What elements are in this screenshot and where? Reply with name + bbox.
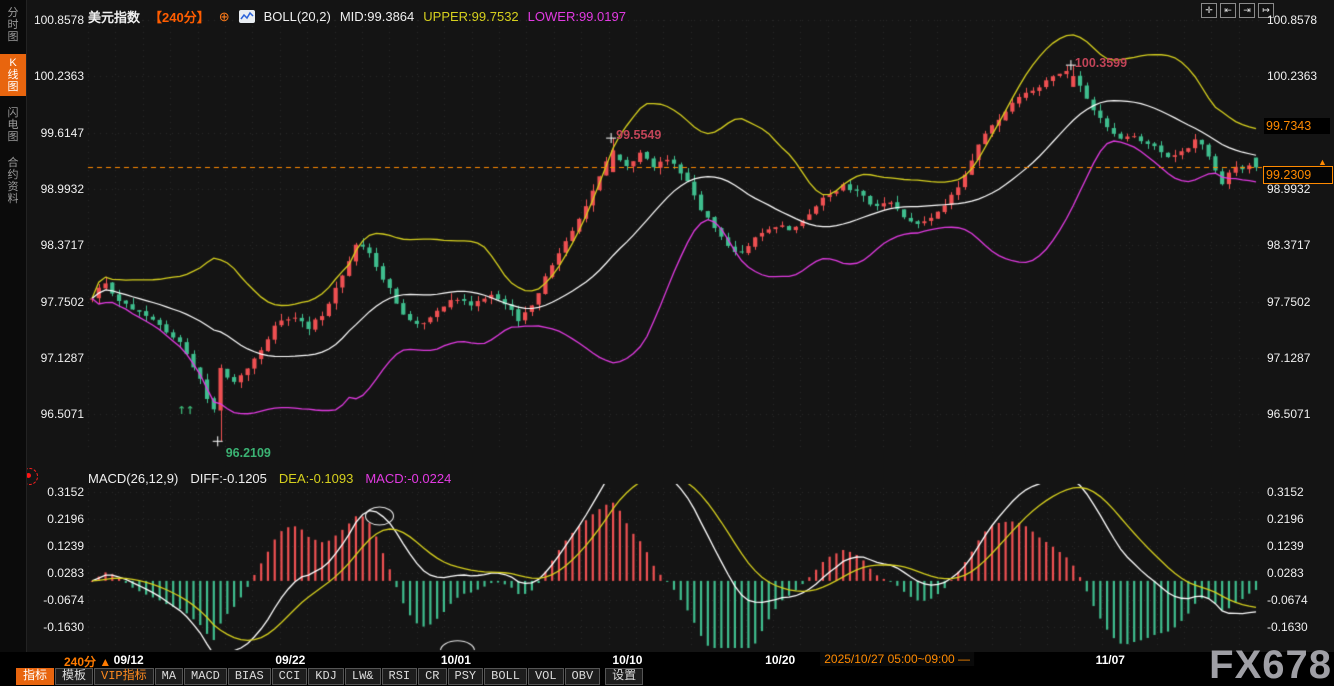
price-up-arrow-icon: ▲ [1318, 157, 1327, 167]
time-tick: 10/10 [612, 653, 642, 667]
macd-macd-value: MACD:-0.0224 [365, 471, 451, 486]
time-tick: 10/20 [765, 653, 795, 667]
chart-header: 美元指数 【240分】 ⊕ BOLL(20,2) MID:99.3864 UPP… [88, 7, 626, 26]
toolbar-button-CCI[interactable]: CCI [272, 668, 308, 685]
axis-label: 0.1239 [1267, 539, 1304, 553]
toolbar-button-设置[interactable]: 设置 [605, 668, 643, 685]
boll-lower-value: LOWER:99.0197 [528, 9, 626, 24]
sidebar-tab-0[interactable]: 分时图 [0, 4, 26, 46]
axis-label: 100.2363 [28, 69, 84, 83]
boll-upper-value: UPPER:99.7532 [423, 9, 518, 24]
axis-label: 97.1287 [28, 351, 84, 365]
axis-label: 98.3717 [1267, 238, 1310, 252]
annotation-high-99-5549: 99.5549 [616, 128, 661, 142]
axis-label: 0.3152 [1267, 485, 1304, 499]
macd-diff-value: DIFF:-0.1205 [190, 471, 267, 486]
pan-icon[interactable]: ✛ [1201, 3, 1217, 18]
axis-label: 100.2363 [1267, 69, 1317, 83]
axis-label: 98.9932 [28, 182, 84, 196]
sidebar-tab-1[interactable]: K线图 [0, 54, 26, 96]
hovered-bar-time-readout: 2025/10/27 05:00~09:00 — [820, 652, 974, 666]
shift-right-icon[interactable]: ⇥ [1239, 3, 1255, 18]
axis-label: 98.3717 [28, 238, 84, 252]
axis-label: 0.0283 [28, 566, 84, 580]
chart-window-controls: ✛⇤⇥↦ [1201, 3, 1274, 18]
macd-title: MACD(26,12,9) [88, 471, 178, 486]
toolbar-button-KDJ[interactable]: KDJ [308, 668, 344, 685]
toolbar-button-BIAS[interactable]: BIAS [228, 668, 271, 685]
axis-label: -0.0674 [1267, 593, 1308, 607]
toolbar-button-RSI[interactable]: RSI [382, 668, 418, 685]
annotation-high-100-3599: 100.3599 [1075, 56, 1127, 70]
time-axis-strip [0, 652, 1334, 668]
time-tick: 11/07 [1096, 653, 1125, 667]
axis-label: 100.8578 [28, 13, 84, 27]
axis-label: 97.7502 [28, 295, 84, 309]
toolbar-button-PSY[interactable]: PSY [448, 668, 484, 685]
annotation-low-96-2109: 96.2109 [226, 446, 271, 460]
sidebar-tab-2[interactable]: 闪电图 [0, 104, 26, 146]
time-tick: 10/01 [441, 653, 471, 667]
axis-label: -0.1630 [28, 620, 84, 634]
indicator-toolbar: 指标模板VIP指标MAMACDBIASCCIKDJLW&RSICRPSYBOLL… [16, 668, 643, 685]
axis-label: 0.2196 [1267, 512, 1304, 526]
axis-label: 0.3152 [28, 485, 84, 499]
toolbar-button-CR[interactable]: CR [418, 668, 446, 685]
toolbar-button-LW&[interactable]: LW& [345, 668, 381, 685]
time-tick: 09/12 [114, 653, 144, 667]
price-macd-chart-canvas[interactable] [0, 0, 1334, 686]
axis-label: 99.6147 [28, 126, 84, 140]
toolbar-button-MA[interactable]: MA [155, 668, 183, 685]
trading-terminal: 分时图 K线图闪电图合约资料 美元指数 【240分】 ⊕ BOLL(20,2) M… [0, 0, 1334, 686]
axis-label: 97.1287 [1267, 351, 1310, 365]
axis-label: -0.1630 [1267, 620, 1308, 634]
shift-left-icon[interactable]: ⇤ [1220, 3, 1236, 18]
add-indicator-icon[interactable]: ⊕ [219, 9, 230, 25]
period-label: 【240分】 [149, 7, 210, 26]
symbol-name: 美元指数 [88, 7, 140, 26]
toolbar-button-模板[interactable]: 模板 [55, 668, 93, 685]
chart-type-sidebar: 分时图 K线图闪电图合约资料 [0, 0, 27, 652]
time-tick: 09/22 [275, 653, 305, 667]
toolbar-button-MACD[interactable]: MACD [184, 668, 227, 685]
boll-mid-value: MID:99.3864 [340, 9, 414, 24]
axis-label: 0.2196 [28, 512, 84, 526]
upper-band-readout: 99.7343 [1264, 118, 1330, 134]
indicator-name: BOLL(20,2) [264, 9, 331, 24]
last-price-readout: 99.2309 [1263, 166, 1333, 184]
axis-label: 96.5071 [1267, 407, 1310, 421]
toolbar-button-BOLL[interactable]: BOLL [484, 668, 527, 685]
macd-dea-value: DEA:-0.1093 [279, 471, 353, 486]
axis-label: 0.1239 [28, 539, 84, 553]
sidebar-tab-3[interactable]: 合约资料 [0, 154, 26, 208]
toolbar-button-VOL[interactable]: VOL [528, 668, 564, 685]
toolbar-button-OBV[interactable]: OBV [565, 668, 601, 685]
axis-label: -0.0674 [28, 593, 84, 607]
axis-label: 97.7502 [1267, 295, 1310, 309]
toolbar-button-指标[interactable]: 指标 [16, 668, 54, 685]
axis-label: 100.8578 [1267, 13, 1317, 27]
macd-header: MACD(26,12,9) DIFF:-0.1205 DEA:-0.1093 M… [88, 471, 451, 486]
axis-label: 0.0283 [1267, 566, 1304, 580]
axis-label: 96.5071 [28, 407, 84, 421]
mini-chart-icon[interactable] [239, 10, 255, 23]
watermark: FX678 [1209, 643, 1332, 686]
toolbar-button-VIP指标[interactable]: VIP指标 [94, 668, 154, 685]
